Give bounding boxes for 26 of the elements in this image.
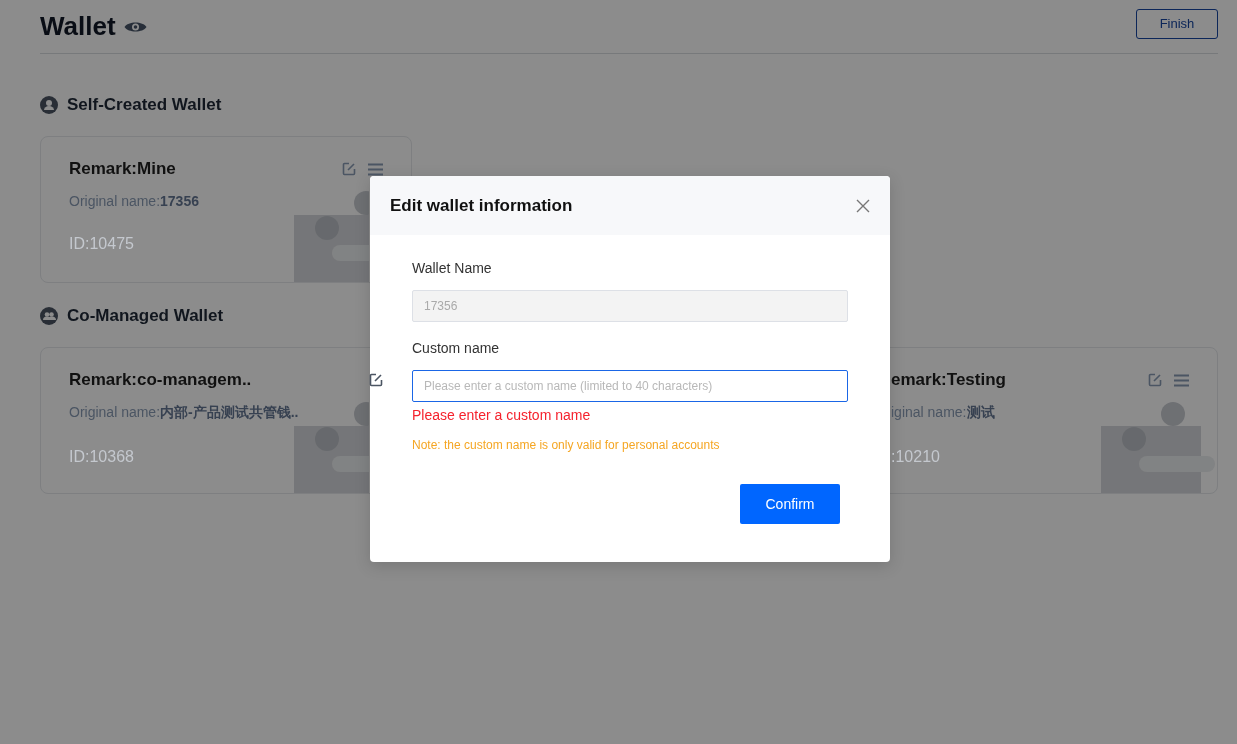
original-name: Original name:17356 xyxy=(69,193,200,209)
menu-icon[interactable] xyxy=(368,162,383,176)
original-name: iginal name:测试 xyxy=(891,404,996,422)
close-icon[interactable] xyxy=(856,198,870,213)
edit-icon[interactable] xyxy=(369,373,383,387)
field-label: Custom name xyxy=(412,340,501,356)
wallet-remark: Remark:Mine xyxy=(69,159,176,179)
user-icon xyxy=(40,96,58,114)
finish-button[interactable]: Finish xyxy=(1136,8,1218,39)
wallet-remark: Remark:co-managem.. xyxy=(69,370,252,390)
section-title: Co-Managed Wallet xyxy=(67,306,224,326)
dialog-title: Edit wallet information xyxy=(390,195,573,216)
field-label: Wallet Name xyxy=(412,260,493,276)
section-title: Self-Created Wallet xyxy=(67,95,222,115)
page-title: Wallet xyxy=(40,11,116,42)
menu-icon[interactable] xyxy=(1174,373,1189,387)
wallet-remark: emark:Testing xyxy=(891,370,1006,390)
wallet-id: ID:10475 xyxy=(69,235,135,253)
error-message: Please enter a custom name xyxy=(412,407,592,423)
note-text: Note: the custom name is only valid for personal accounts xyxy=(412,438,721,452)
original-name: Original name:内部-产品测试共管钱.. xyxy=(69,404,300,422)
wallet-id: :10210 xyxy=(891,448,941,466)
confirm-button[interactable]: Confirm xyxy=(740,484,840,524)
input-field[interactable]: Please enter a custom name (limited to 40 characters) xyxy=(412,370,848,402)
users-icon xyxy=(40,307,58,325)
wallet-id: ID:10368 xyxy=(69,448,135,466)
